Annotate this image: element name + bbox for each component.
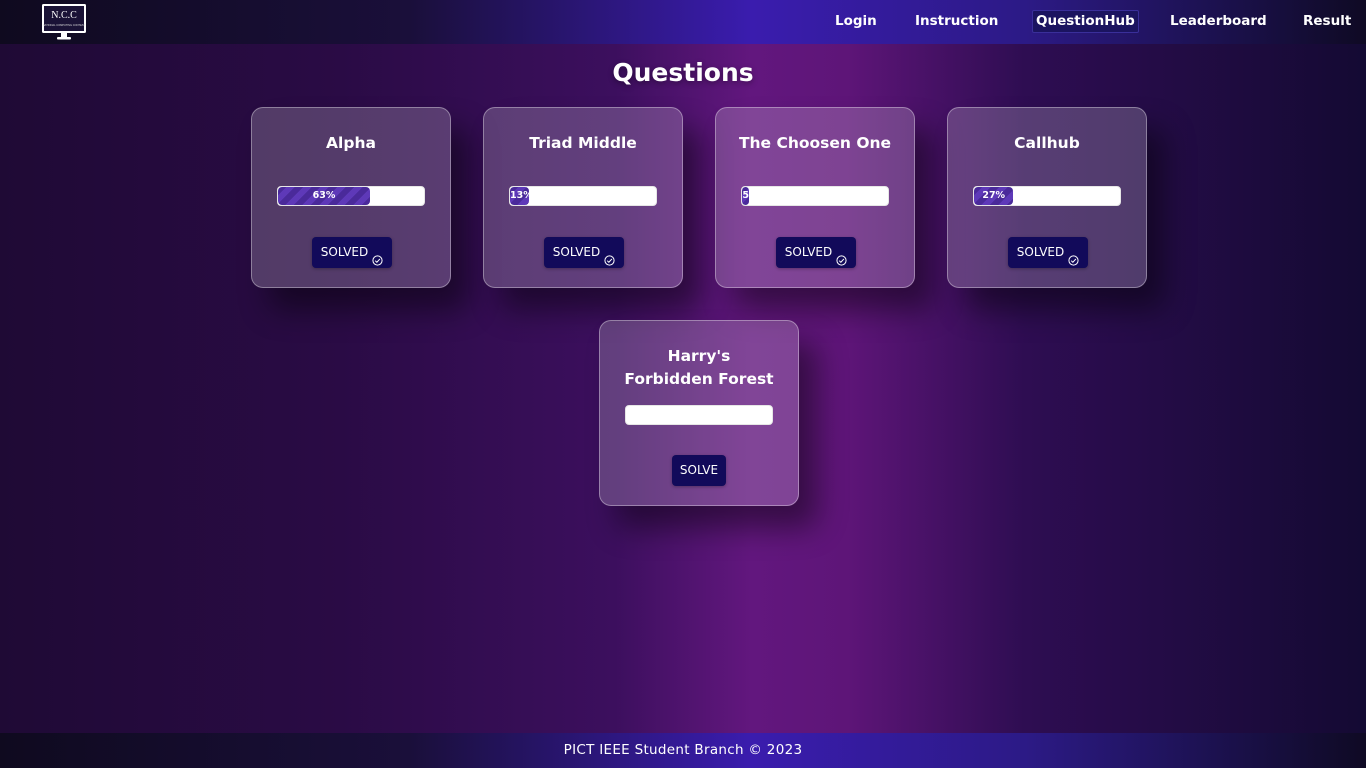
button-label: SOLVE xyxy=(679,463,719,477)
progress-bar: 13% xyxy=(509,186,657,206)
check-circle-icon xyxy=(372,247,383,266)
check-circle-icon xyxy=(604,247,615,266)
logo-text: N.C.C xyxy=(51,10,77,21)
question-title: Harry's Forbidden Forest xyxy=(624,347,774,388)
progress-label: 13% xyxy=(510,190,529,201)
nav-result-link[interactable]: Result xyxy=(1300,10,1354,33)
solved-button[interactable]: SOLVED xyxy=(312,237,392,268)
question-title: Callhub xyxy=(1014,134,1080,152)
question-card-callhub: Callhub 27% SOLVED xyxy=(947,107,1147,288)
solved-button[interactable]: SOLVED xyxy=(1008,237,1088,268)
solve-button[interactable]: SOLVE xyxy=(672,455,726,486)
nav-questionhub-link[interactable]: QuestionHub xyxy=(1032,10,1139,33)
button-label: SOLVED xyxy=(1016,245,1065,259)
progress-bar: 27% xyxy=(973,186,1121,206)
progress-label: 63% xyxy=(312,190,336,201)
footer: PICT IEEE Student Branch © 2023 xyxy=(0,733,1366,768)
nav-instruction-link[interactable]: Instruction xyxy=(912,10,1001,33)
progress-label: 27% xyxy=(982,190,1006,201)
progress-bar xyxy=(625,405,773,425)
nav-login-link[interactable]: Login xyxy=(832,10,880,33)
top-navbar: N.C.C NATIONAL COMPUTING CONTEST Login I… xyxy=(0,0,1366,44)
question-title: Triad Middle xyxy=(529,134,637,152)
button-label: SOLVED xyxy=(320,245,369,259)
logo-subtext: NATIONAL COMPUTING CONTEST xyxy=(43,23,86,27)
question-card-the-choosen-one: The Choosen One 5 SOLVED xyxy=(715,107,915,288)
question-title: The Choosen One xyxy=(738,134,892,152)
progress-label: 5 xyxy=(742,190,749,201)
question-card-triad-middle: Triad Middle 13% SOLVED xyxy=(483,107,683,288)
solved-button[interactable]: SOLVED xyxy=(776,237,856,268)
ncc-logo[interactable]: N.C.C NATIONAL COMPUTING CONTEST xyxy=(41,3,87,41)
progress-bar: 5 xyxy=(741,186,889,206)
progress-label xyxy=(626,406,632,424)
button-label: SOLVED xyxy=(552,245,601,259)
solved-button[interactable]: SOLVED xyxy=(544,237,624,268)
check-circle-icon xyxy=(1068,247,1079,266)
check-circle-icon xyxy=(836,247,847,266)
question-card-harrys-forbidden-forest: Harry's Forbidden Forest SOLVE xyxy=(599,320,799,506)
progress-bar: 63% xyxy=(277,186,425,206)
question-title: Alpha xyxy=(326,134,376,152)
nav-leaderboard-link[interactable]: Leaderboard xyxy=(1167,10,1270,33)
question-card-alpha: Alpha 63% SOLVED xyxy=(251,107,451,288)
footer-text: PICT IEEE Student Branch © 2023 xyxy=(563,742,803,758)
page-title: Questions xyxy=(612,58,754,87)
button-label: SOLVED xyxy=(784,245,833,259)
